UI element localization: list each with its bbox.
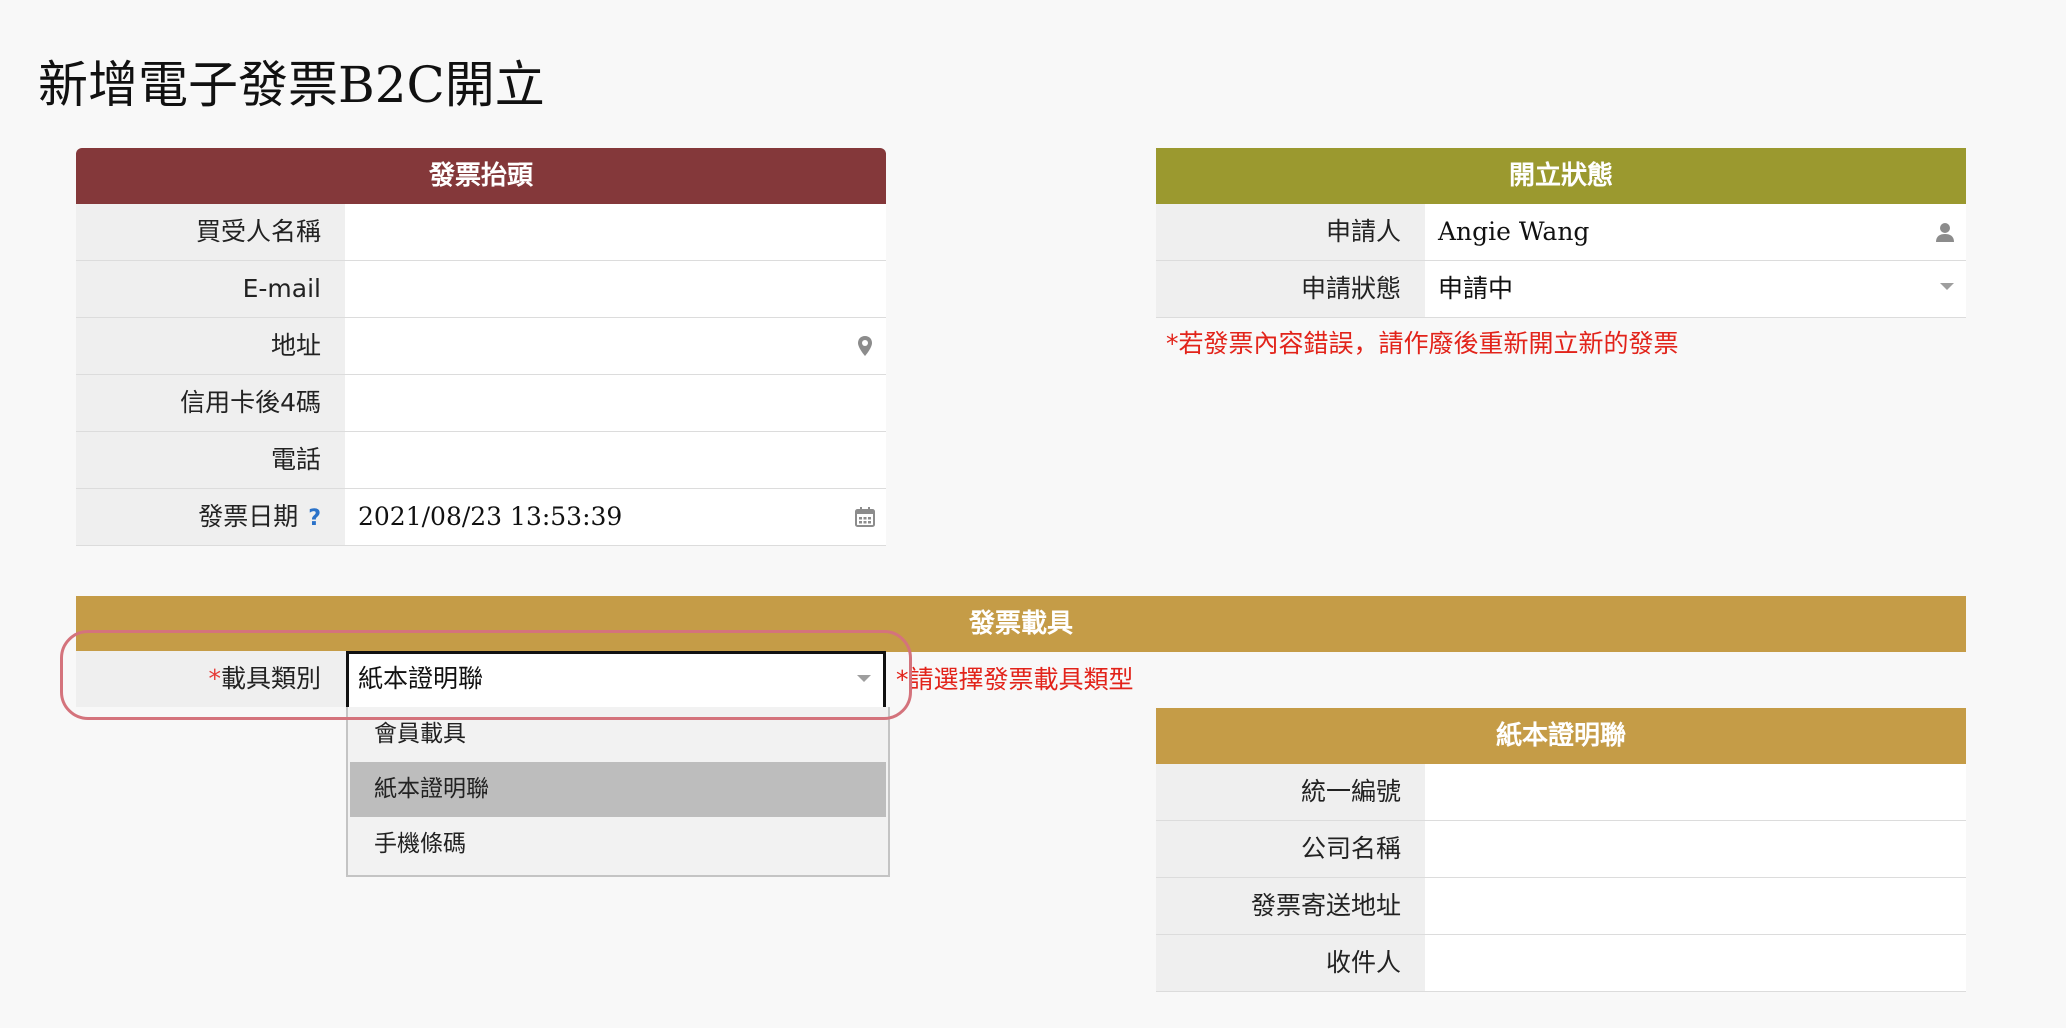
- void-reissue-note: *若發票內容錯誤，請作廢後重新開立新的發票: [1166, 329, 1679, 358]
- invoice-date-label: 發票日期?: [76, 489, 345, 545]
- page-title: 新增電子發票B2C開立: [38, 56, 545, 114]
- invoice-header-section-title: 發票抬頭: [76, 148, 886, 204]
- mailing-address-input[interactable]: [1426, 878, 1966, 934]
- card-last4-input[interactable]: [346, 375, 886, 431]
- tax-id-label: 統一編號: [1156, 764, 1425, 820]
- option-member-carrier[interactable]: 會員載具: [348, 707, 888, 762]
- recipient-input[interactable]: [1426, 935, 1966, 991]
- card-last4-label: 信用卡後4碼: [76, 375, 345, 431]
- mailing-address-row: 發票寄送地址: [1156, 878, 1966, 935]
- paper-proof-form: 統一編號 公司名稱 發票寄送地址 收件人: [1156, 764, 1966, 992]
- phone-row: 電話: [76, 432, 886, 489]
- email-label: E-mail: [76, 261, 345, 317]
- address-input[interactable]: [346, 318, 886, 374]
- buyer-name-label: 買受人名稱: [76, 204, 345, 260]
- help-icon[interactable]: ?: [308, 506, 321, 531]
- invoice-date-row: 發票日期? 2021/08/23 13:53:39: [76, 489, 886, 546]
- address-label: 地址: [76, 318, 345, 374]
- user-icon[interactable]: [1934, 221, 1956, 243]
- invoice-header-form: 買受人名稱 E-mail 地址 信用卡後4碼 電話 發票日期? 2021/08/…: [76, 204, 886, 546]
- chevron-down-icon[interactable]: [857, 675, 871, 682]
- required-mark: *: [208, 664, 221, 693]
- invoice-date-label-text: 發票日期: [198, 502, 299, 531]
- email-input[interactable]: [346, 261, 886, 317]
- option-mobile-barcode[interactable]: 手機條碼: [348, 817, 888, 872]
- paper-proof-section-title: 紙本證明聯: [1156, 708, 1966, 764]
- carrier-section-title: 發票載具: [76, 596, 1966, 652]
- company-name-input[interactable]: [1426, 821, 1966, 877]
- tax-id-input[interactable]: [1426, 764, 1966, 820]
- carrier-type-selected-value: 紙本證明聯: [358, 664, 484, 693]
- applicant-input[interactable]: Angie Wang: [1426, 204, 1966, 260]
- application-status-row: 申請狀態 申請中: [1156, 261, 1966, 318]
- applicant-label: 申請人: [1156, 204, 1425, 260]
- phone-input[interactable]: [346, 432, 886, 488]
- map-marker-icon[interactable]: [854, 335, 876, 357]
- carrier-type-row: *載具類別 紙本證明聯: [76, 651, 886, 707]
- chevron-down-icon[interactable]: [1940, 283, 1954, 290]
- carrier-type-hint: *請選擇發票載具類型: [896, 665, 1134, 694]
- issue-status-section-title: 開立狀態: [1156, 148, 1966, 204]
- phone-label: 電話: [76, 432, 345, 488]
- application-status-label: 申請狀態: [1156, 261, 1425, 317]
- carrier-type-select[interactable]: 紙本證明聯: [346, 651, 886, 707]
- tax-id-row: 統一編號: [1156, 764, 1966, 821]
- card-last4-row: 信用卡後4碼: [76, 375, 886, 432]
- company-name-row: 公司名稱: [1156, 821, 1966, 878]
- carrier-type-dropdown: 會員載具 紙本證明聯 手機條碼: [346, 707, 890, 877]
- mailing-address-label: 發票寄送地址: [1156, 878, 1425, 934]
- issue-status-form: 申請人 Angie Wang 申請狀態 申請中: [1156, 204, 1966, 318]
- applicant-row: 申請人 Angie Wang: [1156, 204, 1966, 261]
- buyer-name-input[interactable]: [346, 204, 886, 260]
- carrier-type-label: *載具類別: [76, 651, 345, 707]
- application-status-select[interactable]: 申請中: [1426, 261, 1966, 317]
- calendar-icon[interactable]: [854, 506, 876, 528]
- carrier-type-label-text: 載具類別: [220, 664, 321, 693]
- buyer-name-row: 買受人名稱: [76, 204, 886, 261]
- address-row: 地址: [76, 318, 886, 375]
- email-row: E-mail: [76, 261, 886, 318]
- recipient-label: 收件人: [1156, 935, 1425, 991]
- recipient-row: 收件人: [1156, 935, 1966, 992]
- option-paper-proof[interactable]: 紙本證明聯: [350, 762, 886, 817]
- invoice-date-input[interactable]: 2021/08/23 13:53:39: [346, 489, 886, 545]
- company-name-label: 公司名稱: [1156, 821, 1425, 877]
